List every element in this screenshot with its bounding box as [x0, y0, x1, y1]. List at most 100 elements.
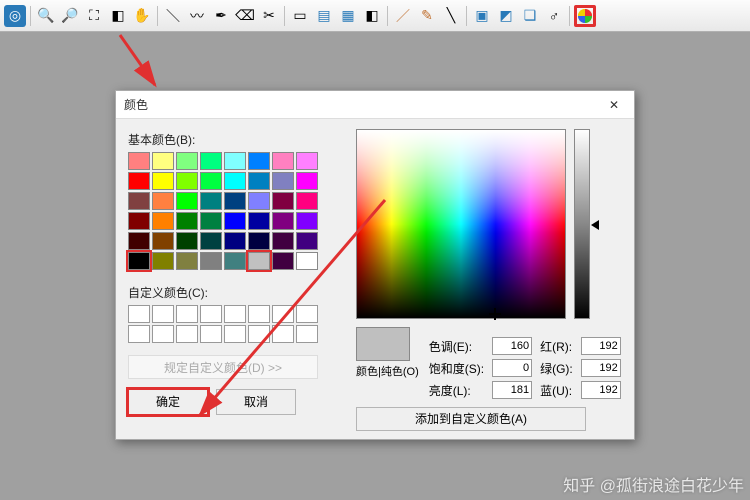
basic-swatch[interactable]: [200, 232, 222, 250]
basic-swatch[interactable]: [272, 172, 294, 190]
custom-swatch[interactable]: [128, 325, 150, 343]
hand-tool-icon[interactable]: ✋: [131, 5, 153, 27]
basic-swatch[interactable]: [128, 172, 150, 190]
basic-swatch[interactable]: [296, 212, 318, 230]
close-icon[interactable]: ✕: [602, 98, 626, 112]
basic-swatch[interactable]: [128, 252, 150, 270]
color-wheel-button[interactable]: [574, 5, 596, 27]
basic-swatch[interactable]: [200, 252, 222, 270]
custom-swatch[interactable]: [200, 325, 222, 343]
basic-swatch[interactable]: [128, 152, 150, 170]
basic-swatch[interactable]: [296, 172, 318, 190]
custom-swatch[interactable]: [224, 325, 246, 343]
layers-icon[interactable]: ▣: [471, 5, 493, 27]
basic-swatch[interactable]: [152, 212, 174, 230]
custom-swatch[interactable]: [200, 305, 222, 323]
custom-swatch[interactable]: [272, 305, 294, 323]
basic-swatch[interactable]: [128, 192, 150, 210]
basic-swatch[interactable]: [272, 252, 294, 270]
box3d-icon[interactable]: ❏: [519, 5, 541, 27]
basic-swatch[interactable]: [128, 212, 150, 230]
basic-swatch[interactable]: [200, 172, 222, 190]
basic-swatch[interactable]: [296, 152, 318, 170]
ok-button[interactable]: 确定: [128, 389, 208, 415]
basic-swatch[interactable]: [224, 252, 246, 270]
cancel-button[interactable]: 取消: [216, 389, 296, 415]
basic-swatch[interactable]: [176, 212, 198, 230]
red-field[interactable]: [581, 337, 621, 355]
basic-swatch[interactable]: [200, 212, 222, 230]
basic-swatch[interactable]: [152, 252, 174, 270]
basic-swatch[interactable]: [200, 152, 222, 170]
connector-icon[interactable]: ♂: [543, 5, 565, 27]
rect-select-icon[interactable]: ▭: [289, 5, 311, 27]
basic-swatch[interactable]: [128, 232, 150, 250]
basic-swatch[interactable]: [272, 212, 294, 230]
basic-swatch[interactable]: [176, 232, 198, 250]
pen-tool-icon[interactable]: ✒: [210, 5, 232, 27]
hue-field[interactable]: [492, 337, 532, 355]
basic-swatch[interactable]: [200, 192, 222, 210]
custom-swatch[interactable]: [176, 305, 198, 323]
basic-swatch[interactable]: [176, 252, 198, 270]
text-tool-icon[interactable]: ▦: [337, 5, 359, 27]
custom-swatch[interactable]: [128, 305, 150, 323]
zoom-in-icon[interactable]: 🔍: [35, 5, 57, 27]
app-icon[interactable]: ◎: [4, 5, 26, 27]
custom-swatch[interactable]: [152, 325, 174, 343]
basic-swatch[interactable]: [224, 172, 246, 190]
basic-swatch[interactable]: [176, 192, 198, 210]
basic-swatch[interactable]: [272, 232, 294, 250]
add-custom-button[interactable]: 添加到自定义颜色(A): [356, 407, 586, 431]
zoom-fit-icon[interactable]: ⛶: [83, 5, 105, 27]
basic-swatch[interactable]: [248, 232, 270, 250]
basic-swatch[interactable]: [296, 192, 318, 210]
page-icon[interactable]: ▤: [313, 5, 335, 27]
basic-swatch[interactable]: [224, 152, 246, 170]
basic-swatch[interactable]: [224, 192, 246, 210]
basic-swatch[interactable]: [152, 232, 174, 250]
green-field[interactable]: [581, 359, 621, 377]
basic-swatch[interactable]: [248, 252, 270, 270]
brush2-icon[interactable]: ✎: [416, 5, 438, 27]
basic-swatch[interactable]: [176, 172, 198, 190]
color-balance-icon[interactable]: ◧: [361, 5, 383, 27]
basic-swatch[interactable]: [272, 192, 294, 210]
brush-icon[interactable]: ／: [392, 5, 414, 27]
basic-swatch[interactable]: [152, 192, 174, 210]
curve-tool-icon[interactable]: 〰: [186, 5, 208, 27]
crop-tool-icon[interactable]: ✂: [258, 5, 280, 27]
color-spectrum[interactable]: [356, 129, 566, 319]
basic-swatch[interactable]: [296, 252, 318, 270]
custom-swatch[interactable]: [296, 325, 318, 343]
basic-swatch[interactable]: [248, 152, 270, 170]
sat-field[interactable]: [492, 359, 532, 377]
line-tool-icon[interactable]: ＼: [162, 5, 184, 27]
zoom-region-icon[interactable]: ◧: [107, 5, 129, 27]
basic-swatch[interactable]: [152, 172, 174, 190]
basic-swatch[interactable]: [272, 152, 294, 170]
basic-swatch[interactable]: [296, 232, 318, 250]
custom-swatch[interactable]: [296, 305, 318, 323]
basic-swatch[interactable]: [176, 152, 198, 170]
basic-swatch[interactable]: [152, 152, 174, 170]
luminance-slider[interactable]: [574, 129, 590, 319]
basic-swatch[interactable]: [248, 172, 270, 190]
basic-swatch[interactable]: [248, 192, 270, 210]
basic-swatch[interactable]: [224, 232, 246, 250]
measure-icon[interactable]: ╲: [440, 5, 462, 27]
dialog-titlebar[interactable]: 颜色 ✕: [116, 91, 634, 119]
basic-swatch[interactable]: [248, 212, 270, 230]
custom-swatch[interactable]: [248, 305, 270, 323]
basic-swatch[interactable]: [224, 212, 246, 230]
blue-field[interactable]: [581, 381, 621, 399]
cube-icon[interactable]: ◩: [495, 5, 517, 27]
zoom-out-icon[interactable]: 🔎: [59, 5, 81, 27]
lum-field[interactable]: [492, 381, 532, 399]
custom-swatch[interactable]: [248, 325, 270, 343]
custom-swatch[interactable]: [272, 325, 294, 343]
custom-swatch[interactable]: [224, 305, 246, 323]
eraser-tool-icon[interactable]: ⌫: [234, 5, 256, 27]
custom-swatch[interactable]: [176, 325, 198, 343]
custom-swatch[interactable]: [152, 305, 174, 323]
